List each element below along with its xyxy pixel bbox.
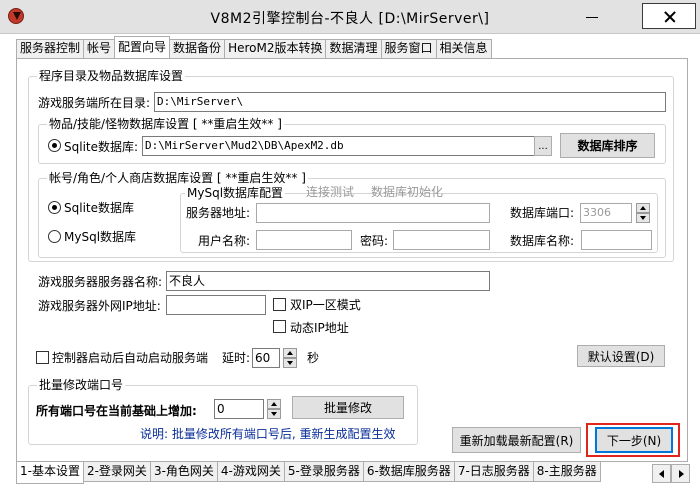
init-db-link[interactable]: 数据库初始化 <box>371 185 443 199</box>
external-ip-label: 游戏服务器外网IP地址: <box>38 299 161 313</box>
tab-server-control[interactable]: 服务器控制 <box>16 39 85 58</box>
db-name-label: 数据库名称: <box>510 234 575 248</box>
tab-service-window[interactable]: 服务窗口 <box>380 39 437 58</box>
account-db-group-title: 帐号/角色/个人商店数据库设置 [ **重启生效** ] <box>47 171 308 185</box>
top-tab-strip: 服务器控制 帐号 配置向导 数据备份 HeroM2版本转换 数据清理 服务窗口 … <box>16 36 492 59</box>
db-port-spinner[interactable] <box>636 203 650 223</box>
db-port-input[interactable]: 3306 <box>580 203 632 223</box>
spinner-up-icon[interactable] <box>267 399 281 409</box>
batch-modify-button[interactable]: 批量修改 <box>292 396 404 419</box>
reload-config-button[interactable]: 重新加载最新配置(R) <box>452 427 581 453</box>
spinner-down-icon[interactable] <box>636 213 650 223</box>
db-name-input[interactable] <box>581 230 652 250</box>
scroll-right-icon[interactable] <box>671 464 690 483</box>
tab-data-backup[interactable]: 数据备份 <box>169 39 226 58</box>
game-dir-input[interactable]: D:\MirServer\ <box>154 92 666 112</box>
db-port-label: 数据库端口: <box>510 206 575 220</box>
username-label: 用户名称: <box>198 234 251 248</box>
password-input[interactable] <box>393 230 490 250</box>
sqlite-db-path-input[interactable]: D:\MirServer\Mud2\DB\ApexM2.db <box>142 136 535 156</box>
close-button[interactable] <box>642 3 696 29</box>
tab-account[interactable]: 帐号 <box>83 39 116 58</box>
tab-role-gateway[interactable]: 3-角色网关 <box>149 462 218 482</box>
delay-input[interactable]: 60 <box>252 348 280 368</box>
dual-ip-checkbox[interactable] <box>273 298 286 311</box>
password-label: 密码: <box>360 234 389 248</box>
delay-spinner[interactable] <box>283 348 297 368</box>
spinner-up-icon[interactable] <box>283 348 297 358</box>
tab-login-gateway[interactable]: 2-登录网关 <box>82 462 151 482</box>
server-address-label: 服务器地址: <box>186 206 251 220</box>
delay-label: 延时: <box>222 351 251 365</box>
bottom-tab-strip: 1-基本设置 2-登录网关 3-角色网关 4-游戏网关 5-登录服务器 6-数据… <box>16 462 601 484</box>
tab-related-info[interactable]: 相关信息 <box>435 39 492 58</box>
item-db-group-title: 物品/技能/怪物数据库设置 [ **重启生效** ] <box>47 117 284 131</box>
tab-herom2-convert[interactable]: HeroM2版本转换 <box>224 39 327 58</box>
external-ip-input[interactable] <box>166 295 266 315</box>
port-increase-input[interactable]: 0 <box>214 399 264 419</box>
spinner-down-icon[interactable] <box>267 409 281 419</box>
browse-button[interactable]: ... <box>534 136 552 156</box>
mysql-account-db-label: MySql数据库 <box>64 230 137 244</box>
tab-log-server[interactable]: 7-日志服务器 <box>453 462 534 482</box>
seconds-label: 秒 <box>307 351 320 365</box>
mysql-account-db-radio[interactable] <box>48 230 61 243</box>
game-dir-label: 游戏服务端所在目录: <box>38 96 151 110</box>
paths-group-title: 程序目录及物品数据库设置 <box>37 69 186 83</box>
dual-ip-label: 双IP一区模式 <box>290 298 361 312</box>
default-settings-button[interactable]: 默认设置(D) <box>577 345 665 367</box>
mysql-config-group-title: MySql数据库配置 <box>185 186 286 200</box>
dynamic-ip-checkbox[interactable] <box>273 320 286 333</box>
scroll-left-icon[interactable] <box>652 464 671 483</box>
tab-main-server[interactable]: 8-主服务器 <box>532 462 601 482</box>
autostart-checkbox[interactable] <box>36 351 49 364</box>
tab-scroll-arrows <box>652 464 690 483</box>
port-increase-label: 所有端口号在当前基础上增加: <box>36 404 197 418</box>
port-group-title: 批量修改端口号 <box>37 378 126 392</box>
next-button-highlight <box>586 423 680 457</box>
spinner-up-icon[interactable] <box>636 203 650 213</box>
sqlite-account-db-label: Sqlite数据库 <box>64 201 134 215</box>
server-name-label: 游戏服务器服务器名称: <box>38 275 163 289</box>
sqlite-db-label: Sqlite数据库: <box>64 140 139 154</box>
sqlite-item-db-radio[interactable] <box>48 139 61 152</box>
test-connection-link[interactable]: 连接测试 <box>306 185 354 199</box>
port-increase-spinner[interactable] <box>267 399 281 419</box>
sqlite-account-db-radio[interactable] <box>48 201 61 214</box>
dynamic-ip-label: 动态IP地址 <box>290 321 349 335</box>
db-sort-button[interactable]: 数据库排序 <box>560 133 655 158</box>
autostart-label: 控制器启动后自动启动服务端 <box>52 351 209 365</box>
username-input[interactable] <box>256 230 352 250</box>
minimize-button[interactable] <box>570 0 616 33</box>
tab-config-wizard[interactable]: 配置向导 <box>114 36 171 58</box>
tab-data-cleanup[interactable]: 数据清理 <box>325 39 382 58</box>
tab-basic-settings[interactable]: 1-基本设置 <box>16 462 84 484</box>
spinner-down-icon[interactable] <box>283 358 297 368</box>
tab-login-server[interactable]: 5-登录服务器 <box>283 462 364 482</box>
server-address-input[interactable] <box>256 203 490 223</box>
server-name-input[interactable]: 不良人 <box>166 271 490 291</box>
title-bar: V8M2引擎控制台-不良人 [D:\MirServer\] <box>0 0 700 34</box>
tab-database-server[interactable]: 6-数据库服务器 <box>362 462 455 482</box>
tab-game-gateway[interactable]: 4-游戏网关 <box>216 462 285 482</box>
port-note: 说明: 批量修改所有端口号后, 重新生成配置生效 <box>140 427 396 441</box>
